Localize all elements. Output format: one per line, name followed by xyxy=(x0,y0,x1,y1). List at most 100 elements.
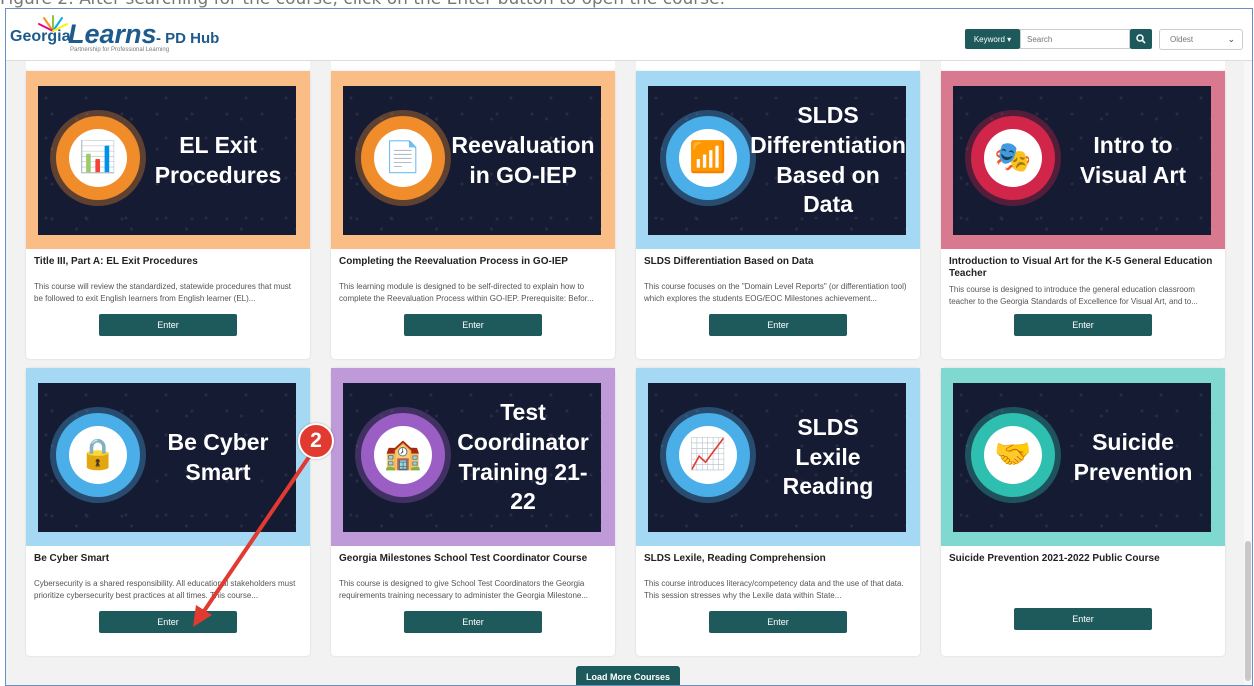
course-description: This learning module is designed to be s… xyxy=(339,282,594,303)
step-number-badge: 2 xyxy=(298,423,334,459)
enter-button[interactable]: Enter xyxy=(404,314,542,336)
search-input[interactable] xyxy=(1020,29,1130,49)
thumbnail-title-line: Reevaluation xyxy=(451,131,595,158)
slds-chart-icon: 📈 xyxy=(689,438,727,471)
course-thumbnail[interactable]: 🔒 Be Cyber Smart xyxy=(26,368,310,546)
course-title[interactable]: Be Cyber Smart xyxy=(34,553,302,565)
figure-caption: Figure 2: After searching for the course… xyxy=(0,0,1254,8)
school-icon: 🏫 xyxy=(384,438,422,471)
course-card: 🤝 Suicide Prevention Suicide Prevention 202… xyxy=(941,368,1225,656)
chalkboard-image: 🏫 Test Coordinator Training 21-22 xyxy=(343,383,601,532)
thumbnail-title: Be Cyber Smart xyxy=(146,383,290,532)
course-card: 📊 EL Exit Procedures Title III, Part A: EL … xyxy=(26,71,310,359)
course-title[interactable]: Georgia Milestones School Test Coordinat… xyxy=(339,553,607,565)
course-thumbnail[interactable]: 🤝 Suicide Prevention xyxy=(941,368,1225,546)
enter-button[interactable]: Enter xyxy=(99,314,237,336)
course-title[interactable]: Introduction to Visual Art for the K-5 G… xyxy=(949,256,1217,280)
thumbnail-title-line: Smart xyxy=(185,458,251,485)
course-description: This course is designed to give School T… xyxy=(339,579,589,600)
course-thumbnail[interactable]: 🏫 Test Coordinator Training 21-22 xyxy=(331,368,615,546)
course-description: This course focuses on the "Domain Level… xyxy=(644,282,907,303)
course-badge: 📊 xyxy=(56,116,140,200)
thumbnail-title-line: SLDS xyxy=(797,413,859,440)
load-more-courses-button[interactable]: Load More Courses xyxy=(576,666,680,685)
enter-button[interactable]: Enter xyxy=(709,314,847,336)
helping-hand-icon: 🤝 xyxy=(994,438,1032,471)
thumbnail-title-line: Coordinator xyxy=(457,428,589,455)
course-thumbnail[interactable]: 📄 Reevaluation in GO-IEP xyxy=(331,71,615,249)
art-icon: 🎭 xyxy=(994,141,1032,174)
page-title: - PD Hub xyxy=(156,30,220,47)
chalkboard-image: 📄 Reevaluation in GO-IEP xyxy=(343,86,601,235)
course-badge: 🏫 xyxy=(361,413,445,497)
thumbnail-title-line: Based on Data xyxy=(776,161,880,218)
georgia-learns-logo[interactable]: Georgia Learns Partnership for Professio… xyxy=(10,13,219,57)
keyword-dropdown-button[interactable]: Keyword ▾ xyxy=(965,29,1020,49)
thumbnail-title: Suicide Prevention xyxy=(1061,383,1205,532)
thumbnail-title-line: Visual Art xyxy=(1079,161,1187,188)
thumbnail-title-line: Prevention xyxy=(1073,458,1193,485)
course-badge: 📶 xyxy=(666,116,750,200)
course-card: 🏫 Test Coordinator Training 21-22 Georgia Mi… xyxy=(331,368,615,656)
previous-row-card xyxy=(941,61,1225,71)
browser-viewport: Georgia Learns Partnership for Professio… xyxy=(5,8,1253,686)
course-title[interactable]: Title III, Part A: EL Exit Procedures xyxy=(34,256,302,268)
course-title[interactable]: Suicide Prevention 2021-2022 Public Cour… xyxy=(949,553,1217,565)
course-badge: 🔒 xyxy=(56,413,140,497)
site-header: Georgia Learns Partnership for Professio… xyxy=(6,9,1252,61)
search-button[interactable] xyxy=(1130,29,1152,49)
course-title[interactable]: SLDS Differentiation Based on Data xyxy=(644,256,912,268)
sort-select[interactable]: Oldest ⌄ xyxy=(1159,29,1243,50)
enter-button[interactable]: Enter xyxy=(404,611,542,633)
course-badge: 🤝 xyxy=(971,413,1055,497)
thumbnail-title-line: Test xyxy=(500,398,546,425)
course-thumbnail[interactable]: 🎭 Intro to Visual Art xyxy=(941,71,1225,249)
chevron-down-icon: ⌄ xyxy=(1227,34,1235,44)
search-icon xyxy=(1136,34,1146,44)
scrollbar[interactable] xyxy=(1244,61,1252,685)
scrollbar-thumb[interactable] xyxy=(1245,541,1251,681)
thumbnail-title-line: EL Exit xyxy=(179,131,257,158)
thumbnail-title-line: Intro to xyxy=(1093,131,1173,158)
logo-tagline: Partnership for Professional Learning xyxy=(70,47,170,53)
course-title[interactable]: SLDS Lexile, Reading Comprehension xyxy=(644,553,912,565)
course-description: This course will review the standardized… xyxy=(34,282,292,303)
logo-text-learns: Learns xyxy=(68,19,157,49)
thumbnail-title: SLDS Lexile Reading xyxy=(756,383,900,532)
course-description: Cybersecurity is a shared responsibility… xyxy=(34,579,296,600)
thumbnail-title-line: Procedures xyxy=(154,161,282,188)
course-card: 📈 SLDS Lexile Reading SLDS Lexile, Reading C… xyxy=(636,368,920,656)
chalkboard-image: 📊 EL Exit Procedures xyxy=(38,86,296,235)
chalkboard-image: 📶 SLDS Differentiation Based on Data xyxy=(648,86,906,235)
thumbnail-title: Test Coordinator Training 21-22 xyxy=(451,383,595,532)
thumbnail-title-line: Training 21-22 xyxy=(458,458,588,515)
course-description: This course is designed to introduce the… xyxy=(949,285,1198,306)
chalkboard-image: 🎭 Intro to Visual Art xyxy=(953,86,1211,235)
chalkboard-image: 🔒 Be Cyber Smart xyxy=(38,383,296,532)
slds-chart-icon: 📶 xyxy=(689,141,727,174)
thumbnail-title-line: Suicide xyxy=(1092,428,1174,455)
logo-text-georgia: Georgia xyxy=(10,28,71,45)
chalkboard-image: 🤝 Suicide Prevention xyxy=(953,383,1211,532)
presentation-icon: 📊 xyxy=(79,141,117,174)
course-title[interactable]: Completing the Reevaluation Process in G… xyxy=(339,256,607,268)
enter-button[interactable]: Enter xyxy=(709,611,847,633)
previous-row-card xyxy=(26,61,310,71)
course-card: 🔒 Be Cyber Smart Be Cyber Smart Cybersecurit… xyxy=(26,368,310,656)
thumbnail-title: Reevaluation in GO-IEP xyxy=(451,86,595,235)
course-thumbnail[interactable]: 📊 EL Exit Procedures xyxy=(26,71,310,249)
shield-lock-icon: 🔒 xyxy=(79,438,117,471)
thumbnail-title-line: SLDS xyxy=(797,101,859,128)
course-thumbnail[interactable]: 📶 SLDS Differentiation Based on Data xyxy=(636,71,920,249)
enter-button[interactable]: Enter xyxy=(1014,608,1152,630)
course-card: 📄 Reevaluation in GO-IEP Completing the Ree… xyxy=(331,71,615,359)
thumbnail-title-line: in GO-IEP xyxy=(469,161,577,188)
thumbnail-title: EL Exit Procedures xyxy=(146,86,290,235)
course-thumbnail[interactable]: 📈 SLDS Lexile Reading xyxy=(636,368,920,546)
enter-button[interactable]: Enter xyxy=(1014,314,1152,336)
course-badge: 📈 xyxy=(666,413,750,497)
enter-button[interactable]: Enter xyxy=(99,611,237,633)
thumbnail-title-line: Differentiation xyxy=(750,131,906,158)
previous-row-card xyxy=(331,61,615,71)
document-icon: 📄 xyxy=(384,141,422,174)
